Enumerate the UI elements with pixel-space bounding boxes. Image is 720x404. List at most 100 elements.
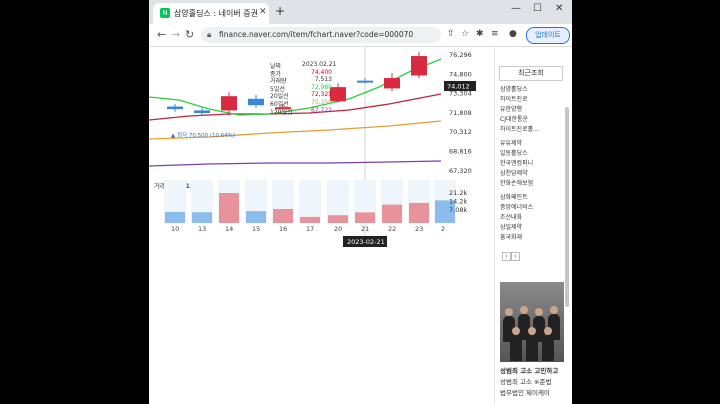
right-sidebar: 최근조회 삼양홀딩스 하이트진로 유한양행 CJ대한통운 하이트진로홀… 유유제약 일동홀딩… [494,47,572,404]
recent-item[interactable]: 삼천당제약 [500,169,562,179]
tab-bar: N 삼양홀딩스 : 네이버 증권 ✕ + — ☐ ✕ [149,0,572,24]
x-tick-label: 10 [171,225,179,233]
recent-item[interactable]: 유한양행 [500,105,562,115]
minimize-icon[interactable]: — [511,3,521,14]
recent-item[interactable]: 중앙에너비스 [500,203,562,213]
browser-tab[interactable]: N 삼양홀딩스 : 네이버 증권 ✕ [153,3,269,24]
x-tick-label: 2 [441,225,445,233]
x-tick-label: 16 [279,225,287,233]
back-icon[interactable]: ← [157,28,166,41]
recent-item[interactable]: CJ대한통운 [500,115,562,125]
x-tick-label: 20 [334,225,342,233]
forward-icon[interactable]: → [171,28,180,41]
candle-body [384,78,400,89]
volume-bar [409,202,429,223]
plot-area [149,47,441,187]
scrollbar[interactable] [565,107,569,307]
info-value: 70,350 [311,99,332,106]
price-tick-label: 71,808 [449,109,472,117]
ad-image[interactable] [500,282,564,362]
volume-tick-label: 14.2k [449,198,467,206]
price-tick-label: 76,296 [449,51,472,59]
recent-views-title[interactable]: 최근조회 [499,66,563,81]
stock-chart[interactable]: 76,296 74,800 73,304 71,808 70,312 68,816 67,3… [149,47,494,260]
volume-bar [219,193,239,223]
recent-item[interactable]: 삼일제약 [500,223,562,233]
x-tick-label: 17 [306,225,314,233]
profile-avatar-icon[interactable]: ● [509,29,517,39]
x-tick-label: 23 [415,225,423,233]
volume-tick-label: 7.08k [449,206,467,214]
volume-bar [300,216,320,223]
url-field[interactable]: 🔒︎ finance.naver.com/item/fchart.naver?c… [201,27,441,43]
x-tick-label: 15 [252,225,260,233]
price-tick-label: 68,816 [449,148,472,156]
tab-title: 삼양홀딩스 : 네이버 증권 [174,9,258,18]
info-value: 74,400 [311,68,332,76]
maximize-icon[interactable]: ☐ [533,3,542,14]
volume-column-bg [299,180,321,223]
candle-body [167,106,183,110]
update-button[interactable]: 업데이트 [526,27,570,44]
info-value: 72,325 [311,91,332,99]
reload-icon[interactable]: ↻ [185,28,194,41]
price-tick-label: 74,800 [449,70,472,78]
browser-window: N 삼양홀딩스 : 네이버 증권 ✕ + — ☐ ✕ ← → ↻ 🔒︎ fina… [149,0,572,404]
volume-bar [328,215,348,223]
tab-close-icon[interactable]: ✕ [259,7,267,17]
candle-body [194,110,210,113]
recent-item[interactable]: 삼양홀딩스 [500,85,562,95]
address-bar-row: ← → ↻ 🔒︎ finance.naver.com/item/fchart.n… [149,24,572,47]
recent-item[interactable]: 한국앤컴퍼니 [500,159,562,169]
candle-body [248,98,264,106]
recent-item[interactable]: 하이트진로홀… [500,125,562,135]
share-icon[interactable]: ⇧ [447,29,455,39]
next-page-icon[interactable]: › [511,252,520,261]
reading-list-icon[interactable]: ≡ [491,29,499,39]
window-close-icon[interactable]: ✕ [555,3,563,14]
info-value: 72,980 [311,83,332,91]
candle-body [330,87,346,102]
recent-item[interactable]: 유유제약 [500,139,562,149]
volume-bar [273,208,293,223]
info-value: 2023.02.21 [302,61,337,68]
recent-item[interactable]: 하이트진로 [500,95,562,105]
current-price-label: 74,012 [447,83,470,91]
x-tick-label: 22 [388,225,396,233]
recent-list: 삼양홀딩스 하이트진로 유한양행 CJ대한통운 하이트진로홀… 유유제약 일동홀딩스 한국앤컴… [500,85,562,243]
volume-bar [192,212,212,223]
ad-firm: 법무법인 제이케이 [500,389,550,397]
prev-page-icon[interactable]: ‹ [502,252,511,261]
price-tick-label: 67,320 [449,167,472,175]
new-tab-icon[interactable]: + [275,4,285,18]
volume-tick-label: 21.2k [449,189,467,197]
low-annotation: ▲ 최저 70,500 (10.64%) [171,131,235,139]
lock-icon: 🔒︎ [207,30,212,39]
volume-bar [355,212,375,223]
info-value: 67,722 [311,106,332,114]
x-tick-label: 14 [225,225,233,233]
x-tick-label: 21 [361,225,369,233]
extensions-icon[interactable]: ✱ [476,29,484,39]
crosshair-date-label: 2023-02-21 [347,238,385,246]
ad-subline: 성범죄 고소 ※준법 [500,378,552,386]
recent-item[interactable]: 삼화페인트 [500,193,562,203]
candle-body [221,96,237,111]
volume-bar [165,211,185,223]
recent-item[interactable]: 흥국화재 [500,233,562,243]
candle-body [411,56,427,76]
url-text: finance.naver.com/item/fchart.naver?code… [219,30,414,39]
volume-bar [246,211,266,223]
ad-headline[interactable]: 성범죄 고소 고민하고 [500,365,570,375]
bookmark-star-icon[interactable]: ☆ [461,29,469,39]
recent-item[interactable]: 한화손해보험 [500,179,562,189]
recent-item[interactable]: 일동홀딩스 [500,149,562,159]
naver-favicon-icon: N [160,8,170,18]
info-label: 120일선 [270,108,293,116]
x-tick-label: 13 [198,225,206,233]
price-tick-label: 70,312 [449,128,472,136]
candle-body [357,80,373,83]
recent-item[interactable]: 조선내화 [500,213,562,223]
volume-bar [382,204,402,223]
info-value: 7,513 [314,76,332,84]
